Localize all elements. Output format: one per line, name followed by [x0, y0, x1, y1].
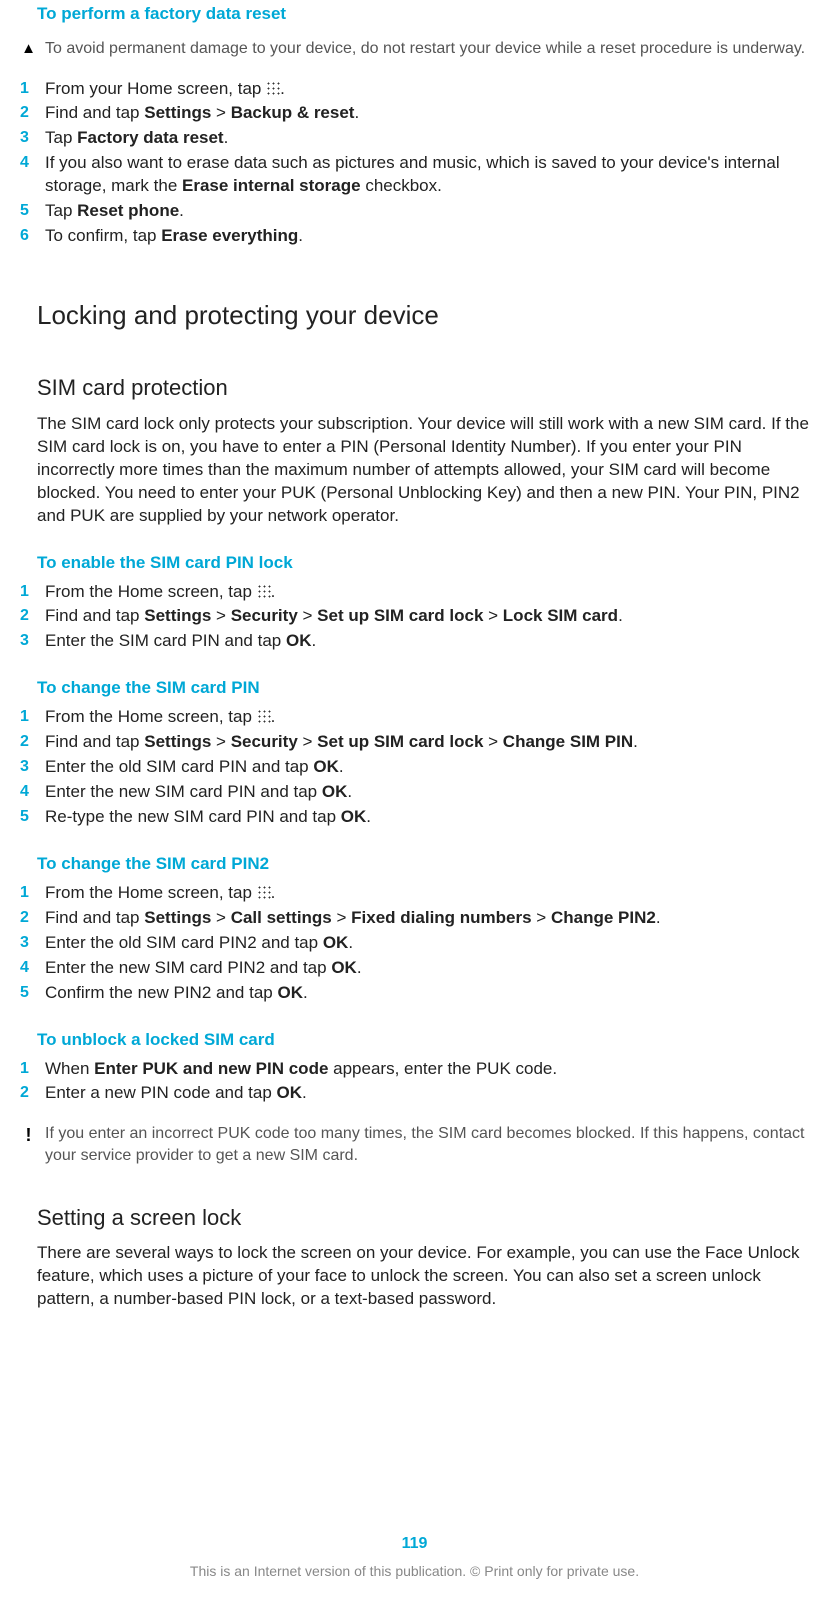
- step-text: From the Home screen, tap .: [45, 706, 275, 729]
- step-row: 5 Tap Reset phone.: [20, 200, 809, 223]
- info-icon: !: [20, 1123, 37, 1147]
- step-row: 2 Find and tap Settings > Backup & reset.: [20, 102, 809, 125]
- step-row: 2 Enter a new PIN code and tap OK.: [20, 1082, 809, 1105]
- step-text: Find and tap Settings > Security > Set u…: [45, 605, 623, 628]
- step-number: 4: [20, 781, 37, 803]
- warning-text: To avoid permanent damage to your device…: [45, 38, 805, 60]
- step-number: 2: [20, 731, 37, 753]
- step-row: 4 Enter the new SIM card PIN2 and tap OK.: [20, 957, 809, 980]
- step-number: 2: [20, 102, 37, 124]
- screen-lock-para: There are several ways to lock the scree…: [37, 1242, 809, 1311]
- step-row: 1 From your Home screen, tap .: [20, 78, 809, 101]
- apps-icon: [257, 584, 271, 598]
- apps-icon: [266, 81, 280, 95]
- step-row: 2 Find and tap Settings > Security > Set …: [20, 731, 809, 754]
- step-number: 2: [20, 907, 37, 929]
- step-text: Tap Reset phone.: [45, 200, 184, 223]
- step-text: Find and tap Settings > Backup & reset.: [45, 102, 359, 125]
- step-row: 4 If you also want to erase data such as …: [20, 152, 809, 198]
- step-text: Re-type the new SIM card PIN and tap OK.: [45, 806, 371, 829]
- section-title-change-pin: To change the SIM card PIN: [37, 677, 809, 700]
- warning-icon: ▲: [20, 39, 37, 59]
- step-text: Enter the new SIM card PIN2 and tap OK.: [45, 957, 362, 980]
- step-row: 1 From the Home screen, tap .: [20, 882, 809, 905]
- step-text: Enter the old SIM card PIN2 and tap OK.: [45, 932, 353, 955]
- step-number: 4: [20, 957, 37, 979]
- step-row: 2 Find and tap Settings > Call settings >…: [20, 907, 809, 930]
- step-number: 6: [20, 225, 37, 247]
- step-number: 3: [20, 630, 37, 652]
- apps-icon: [257, 885, 271, 899]
- step-number: 2: [20, 605, 37, 627]
- step-row: 2 Find and tap Settings > Security > Set …: [20, 605, 809, 628]
- step-text: If you also want to erase data such as p…: [45, 152, 805, 198]
- step-number: 3: [20, 756, 37, 778]
- step-text: Enter the SIM card PIN and tap OK.: [45, 630, 316, 653]
- step-text: From the Home screen, tap .: [45, 581, 275, 604]
- warning-row: ▲ To avoid permanent damage to your devi…: [20, 38, 809, 60]
- step-text: Find and tap Settings > Security > Set u…: [45, 731, 638, 754]
- step-number: 2: [20, 1082, 37, 1104]
- step-text: Tap Factory data reset.: [45, 127, 228, 150]
- h3-sim-protection: SIM card protection: [37, 373, 809, 403]
- step-row: 3 Tap Factory data reset.: [20, 127, 809, 150]
- step-number: 3: [20, 932, 37, 954]
- step-row: 1 From the Home screen, tap .: [20, 706, 809, 729]
- step-number: 3: [20, 127, 37, 149]
- step-row: 5 Confirm the new PIN2 and tap OK.: [20, 982, 809, 1005]
- step-number: 1: [20, 581, 37, 603]
- step-number: 5: [20, 200, 37, 222]
- step-row: 1 From the Home screen, tap .: [20, 581, 809, 604]
- note-text: If you enter an incorrect PUK code too m…: [45, 1123, 809, 1166]
- step-text: When Enter PUK and new PIN code appears,…: [45, 1058, 557, 1081]
- step-number: 1: [20, 1058, 37, 1080]
- step-text: To confirm, tap Erase everything.: [45, 225, 303, 248]
- step-number: 1: [20, 78, 37, 100]
- step-text: From your Home screen, tap .: [45, 78, 285, 101]
- step-row: 4 Enter the new SIM card PIN and tap OK.: [20, 781, 809, 804]
- section-title-factory-reset: To perform a factory data reset: [37, 3, 809, 26]
- step-row: 5 Re-type the new SIM card PIN and tap OK…: [20, 806, 809, 829]
- step-row: 6 To confirm, tap Erase everything.: [20, 225, 809, 248]
- section-title-change-pin2: To change the SIM card PIN2: [37, 853, 809, 876]
- sim-para: The SIM card lock only protects your sub…: [37, 413, 809, 528]
- step-text: From the Home screen, tap .: [45, 882, 275, 905]
- note-row: ! If you enter an incorrect PUK code too…: [20, 1123, 809, 1166]
- step-text: Find and tap Settings > Call settings > …: [45, 907, 661, 930]
- page-number: 119: [0, 1533, 829, 1555]
- step-text: Enter a new PIN code and tap OK.: [45, 1082, 307, 1105]
- step-number: 5: [20, 982, 37, 1004]
- step-text: Enter the new SIM card PIN and tap OK.: [45, 781, 352, 804]
- h3-screen-lock: Setting a screen lock: [37, 1203, 809, 1233]
- step-number: 1: [20, 706, 37, 728]
- footer-text: This is an Internet version of this publ…: [0, 1562, 829, 1581]
- step-number: 1: [20, 882, 37, 904]
- step-text: Confirm the new PIN2 and tap OK.: [45, 982, 308, 1005]
- step-row: 1 When Enter PUK and new PIN code appears…: [20, 1058, 809, 1081]
- section-title-enable-pin: To enable the SIM card PIN lock: [37, 552, 809, 575]
- section-title-unblock: To unblock a locked SIM card: [37, 1029, 809, 1052]
- step-row: 3 Enter the old SIM card PIN2 and tap OK.: [20, 932, 809, 955]
- step-number: 5: [20, 806, 37, 828]
- step-row: 3 Enter the SIM card PIN and tap OK.: [20, 630, 809, 653]
- apps-icon: [257, 709, 271, 723]
- step-text: Enter the old SIM card PIN and tap OK.: [45, 756, 344, 779]
- step-number: 4: [20, 152, 37, 174]
- h2-locking: Locking and protecting your device: [37, 298, 809, 333]
- step-row: 3 Enter the old SIM card PIN and tap OK.: [20, 756, 809, 779]
